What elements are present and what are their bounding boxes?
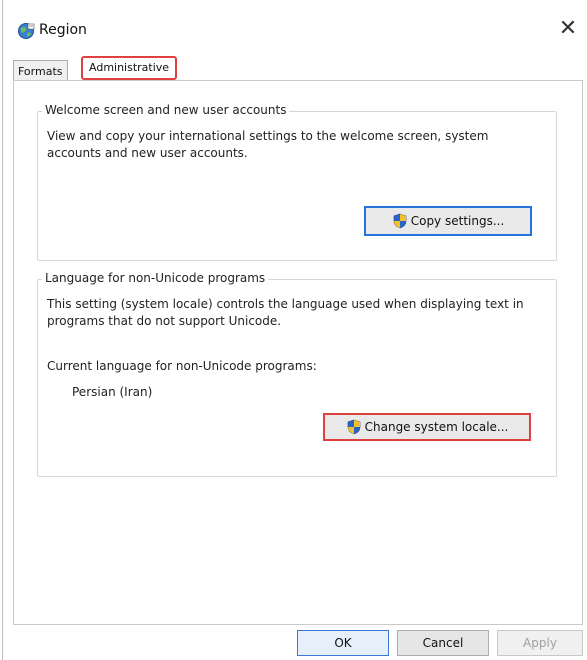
non-unicode-group: Language for non-Unicode programs This s… — [37, 271, 557, 477]
ok-button[interactable]: OK — [297, 630, 389, 656]
change-system-locale-button[interactable]: Change system locale... — [323, 413, 531, 441]
region-dialog: Region ✕ Formats Administrative Welcome … — [2, 0, 587, 660]
welcome-group-description: View and copy your international setting… — [47, 129, 489, 160]
title-bar: Region ✕ — [3, 0, 587, 48]
uac-shield-icon — [347, 419, 360, 435]
welcome-group-title: Welcome screen and new user accounts — [42, 103, 290, 117]
uac-shield-icon — [393, 213, 407, 229]
close-icon: ✕ — [558, 16, 578, 41]
current-language-value: Persian (Iran) — [72, 385, 153, 399]
copy-settings-button[interactable]: Copy settings... — [364, 206, 532, 236]
non-unicode-group-description: This setting (system locale) controls th… — [47, 297, 524, 328]
globe-icon — [17, 22, 35, 40]
apply-button[interactable]: Apply — [497, 630, 583, 656]
tab-administrative[interactable]: Administrative — [81, 56, 178, 80]
cancel-button[interactable]: Cancel — [397, 630, 489, 656]
copy-settings-label: Copy settings... — [410, 214, 505, 228]
close-button[interactable]: ✕ — [552, 14, 584, 46]
administrative-panel: Welcome screen and new user accounts Vie… — [13, 80, 583, 625]
tab-formats[interactable]: Formats — [13, 60, 68, 82]
window-title: Region — [39, 22, 87, 38]
tab-strip: Formats Administrative — [11, 56, 578, 82]
welcome-screen-group: Welcome screen and new user accounts Vie… — [37, 103, 557, 261]
current-language-label: Current language for non-Unicode program… — [47, 359, 317, 373]
non-unicode-group-title: Language for non-Unicode programs — [42, 271, 269, 285]
change-system-locale-label: Change system locale... — [364, 420, 509, 434]
